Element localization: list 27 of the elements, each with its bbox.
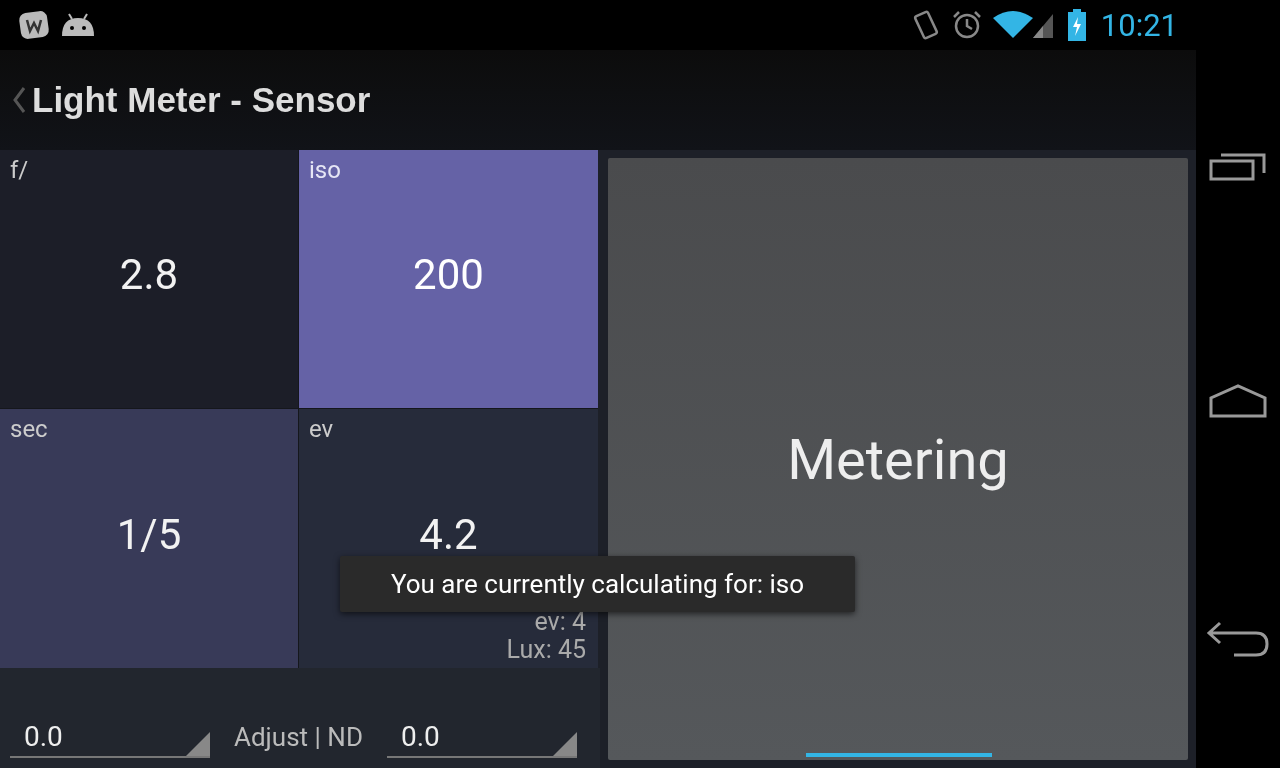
home-icon[interactable] (1209, 384, 1267, 418)
tile-label: sec (10, 415, 48, 443)
back-icon[interactable] (1206, 620, 1270, 657)
value-tile[interactable]: f/ 2.8 (0, 150, 298, 408)
recent-apps-icon[interactable] (1209, 151, 1267, 182)
tile-value: 2.8 (119, 254, 179, 296)
reading-text: Lux: 45 (506, 636, 586, 664)
screen-title: Light Meter - Sensor (32, 80, 371, 120)
nd-field[interactable]: 0.0 (386, 716, 577, 758)
dropdown-corner-icon (552, 732, 577, 756)
back-caret-icon[interactable] (12, 86, 26, 114)
battery-icon (1066, 9, 1087, 41)
message-toast: You are currently calculating for: iso (340, 556, 855, 612)
tile-value: 4.2 (419, 513, 478, 556)
adjust-field[interactable]: 0.0 (10, 716, 210, 758)
dropdown-corner-icon (186, 732, 210, 756)
clock-time: 10:21 (1100, 6, 1178, 44)
android-icon (60, 12, 96, 38)
app-icon (18, 10, 50, 40)
tile-value: 1/5 (116, 513, 182, 556)
adjust-label: Adjust | ND (234, 721, 363, 754)
tile-label: iso (309, 156, 341, 184)
tile-label: f/ (10, 156, 29, 184)
tile-value: 200 (413, 254, 484, 296)
value-tile[interactable]: sec 1/5 (0, 409, 298, 668)
value-tile[interactable]: iso 200 (299, 150, 598, 408)
tile-label: ev (309, 415, 334, 443)
